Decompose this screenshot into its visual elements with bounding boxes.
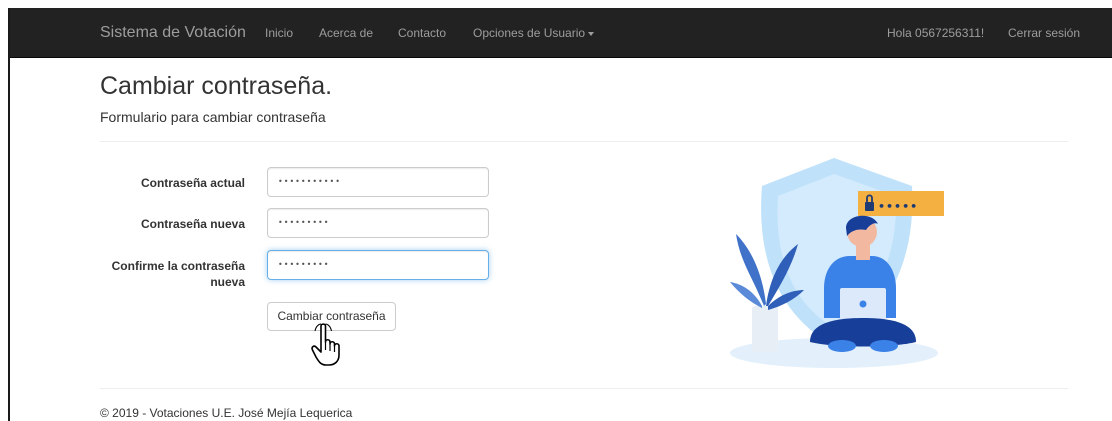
password-badge-dots: ••••• <box>878 200 918 213</box>
current-password-label: Contraseña actual <box>140 176 245 190</box>
footer-text: © 2019 - Votaciones U.E. José Mejía Lequ… <box>100 406 353 420</box>
nav-link-contacto[interactable]: Contacto <box>398 8 446 58</box>
user-greeting-link[interactable]: Hola 0567256311! <box>887 8 984 58</box>
new-password-input[interactable]: ••••••••• <box>267 208 489 238</box>
app-window: Sistema de Votación Inicio Acerca de Con… <box>8 8 1112 421</box>
confirm-password-label: Confirme la contraseña nueva <box>102 258 245 290</box>
navbar: Sistema de Votación Inicio Acerca de Con… <box>10 8 1112 58</box>
confirm-password-input[interactable]: ••••••••• <box>267 250 489 280</box>
caret-down-icon <box>588 31 595 36</box>
divider <box>100 141 1068 142</box>
new-password-label: Contraseña nueva <box>140 217 245 231</box>
page-subtitle: Formulario para cambiar contraseña <box>100 109 326 125</box>
current-password-input[interactable]: ••••••••••• <box>267 167 489 197</box>
footer-divider <box>100 388 1068 389</box>
nav-dropdown-opciones-usuario[interactable]: Opciones de Usuario <box>473 8 595 58</box>
security-illustration: ••••• <box>730 158 944 368</box>
page-title: Cambiar contraseña. <box>100 72 333 100</box>
confirm-password-label-line1: Confirme la contraseña <box>111 259 245 273</box>
nav-dropdown-label: Opciones de Usuario <box>473 26 586 40</box>
hand-pointer-cursor-icon <box>311 323 340 366</box>
nav-link-acerca-de[interactable]: Acerca de <box>319 8 373 58</box>
lock-icon <box>865 202 874 211</box>
nav-link-inicio[interactable]: Inicio <box>265 8 293 58</box>
brand-link[interactable]: Sistema de Votación <box>100 8 246 58</box>
plant-pot <box>752 306 778 352</box>
logout-link[interactable]: Cerrar sesión <box>1008 8 1080 58</box>
confirm-password-label-line2: nueva <box>210 275 245 289</box>
